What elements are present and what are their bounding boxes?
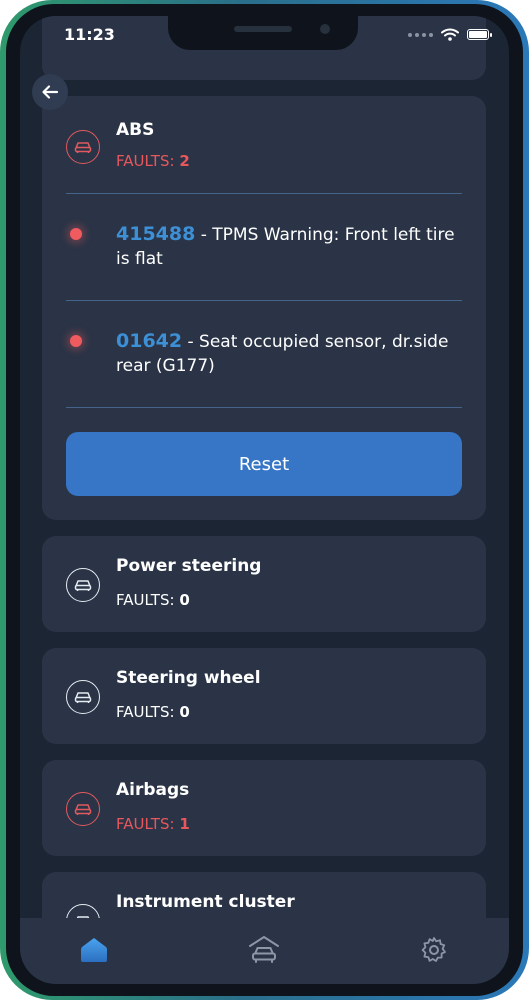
divider (66, 407, 462, 408)
arrow-left-icon (42, 85, 59, 99)
car-icon (66, 130, 100, 164)
fault-item: 01642 - Seat occupied sensor, dr.side re… (116, 329, 466, 378)
fault-indicator (70, 335, 82, 347)
tab-garage[interactable] (246, 932, 282, 968)
car-icon (66, 568, 100, 602)
divider (66, 193, 462, 194)
tab-home[interactable] (76, 932, 112, 968)
faults-count: FAULTS: 1 (116, 815, 190, 833)
car-icon (66, 680, 100, 714)
system-card-steering-wheel[interactable]: Steering wheel FAULTS: 0 (42, 648, 486, 744)
status-time: 11:23 (64, 25, 115, 44)
signal-dots-icon (408, 32, 433, 37)
system-card-abs: ABS FAULTS: 2 415488 - TPMS Warning: Fro… (42, 96, 486, 520)
system-name: Airbags (116, 780, 190, 800)
front-camera (320, 24, 330, 34)
reset-button[interactable]: Reset (66, 432, 462, 496)
battery-icon (467, 29, 492, 40)
system-name: Power steering (116, 556, 262, 576)
app-screen: 11:23 ABS FAULTS: 2 415488 - TPMS Warnin… (20, 16, 509, 984)
status-icons (408, 28, 492, 41)
fault-indicator (70, 228, 82, 240)
system-name: Instrument cluster (116, 892, 295, 912)
bottom-tab-bar (20, 918, 509, 984)
fault-item: 415488 - TPMS Warning: Front left tire i… (116, 222, 466, 271)
faults-count: FAULTS: 2 (116, 152, 190, 170)
divider (66, 300, 462, 301)
home-icon (81, 938, 107, 962)
back-button[interactable] (32, 74, 68, 110)
system-name: ABS (116, 120, 155, 140)
car-icon (66, 792, 100, 826)
fault-code: 415488 (116, 223, 196, 245)
faults-count: FAULTS: 0 (116, 591, 190, 609)
tab-settings[interactable] (416, 932, 452, 968)
system-name: Steering wheel (116, 668, 261, 688)
fault-code: 01642 (116, 330, 183, 352)
gear-icon (421, 937, 446, 962)
notch (168, 16, 358, 50)
car-garage-icon (249, 936, 279, 963)
speaker-grille (234, 26, 292, 32)
system-card-power-steering[interactable]: Power steering FAULTS: 0 (42, 536, 486, 632)
faults-count: FAULTS: 0 (116, 703, 190, 721)
wifi-icon (441, 28, 459, 41)
system-card-airbags[interactable]: Airbags FAULTS: 1 (42, 760, 486, 856)
